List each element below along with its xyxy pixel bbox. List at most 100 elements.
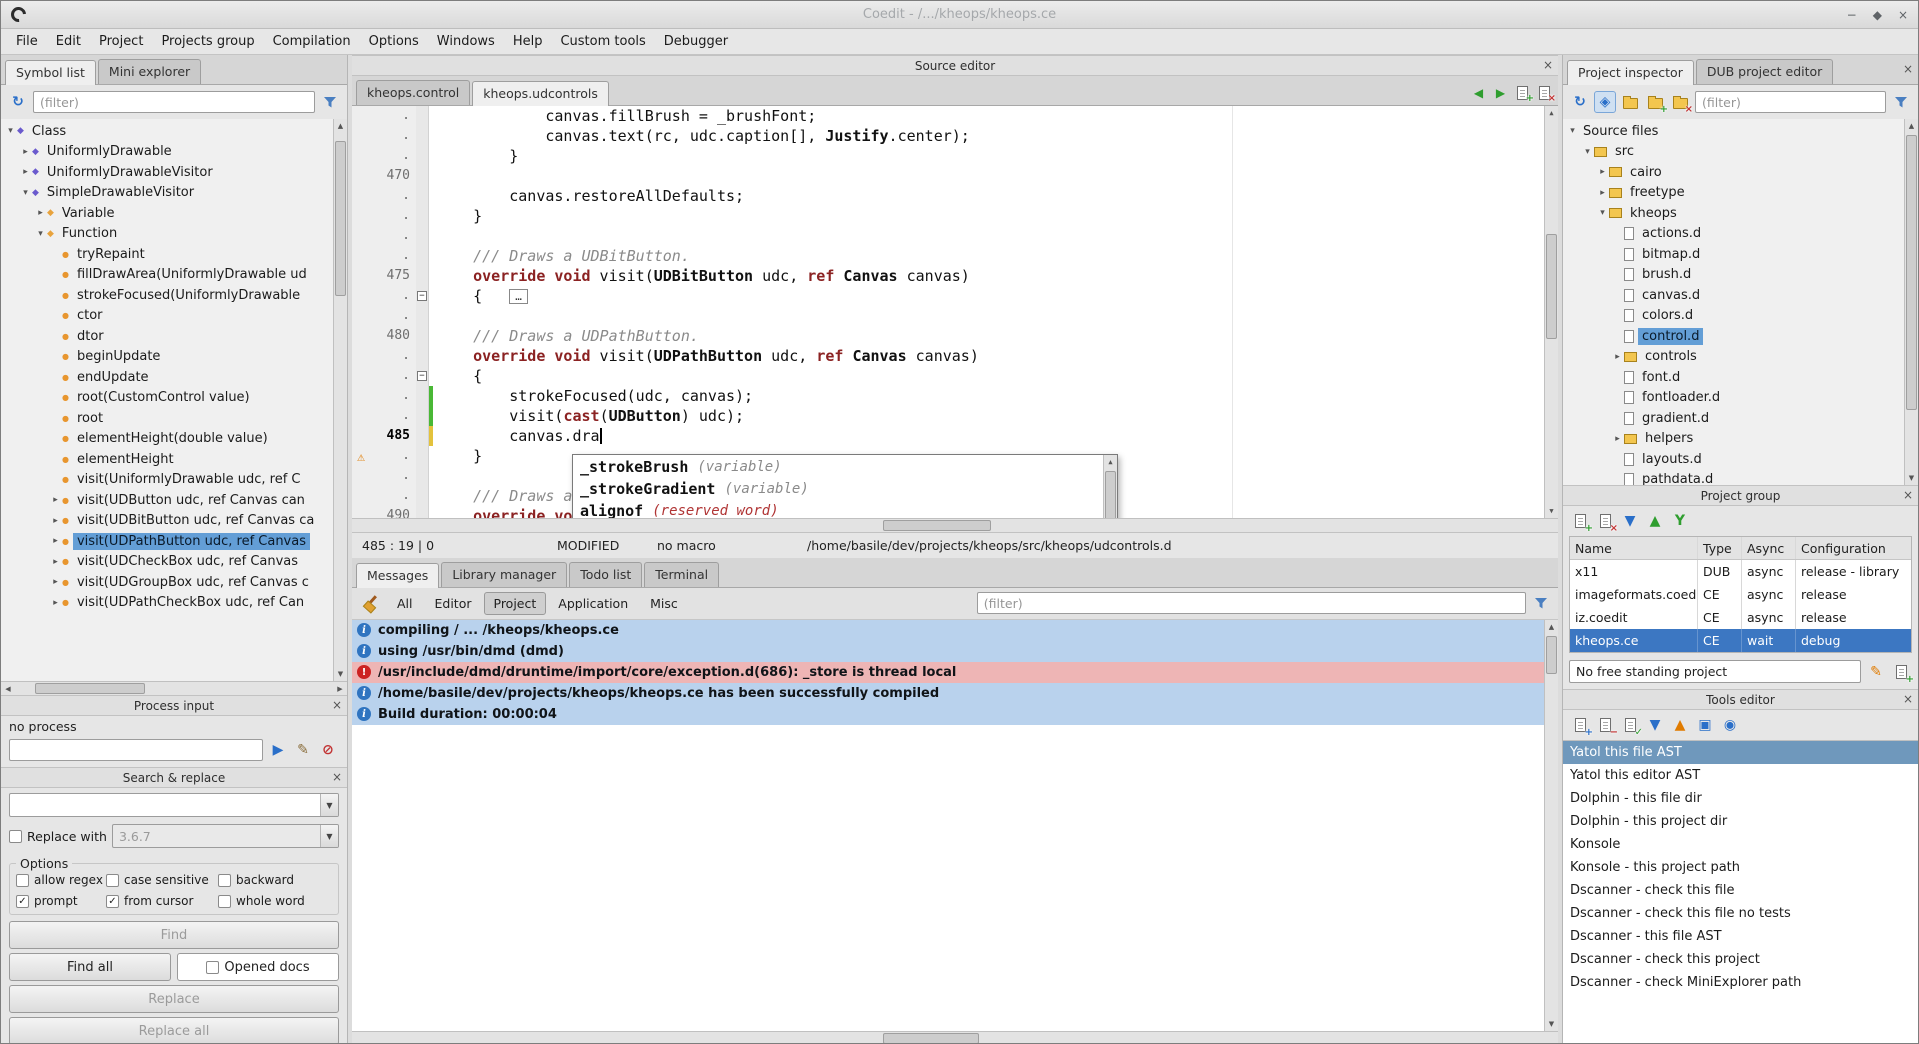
tool-item[interactable]: Yatol this editor AST (1563, 764, 1918, 787)
project-row[interactable]: kheops.ceCEwaitdebug (1570, 629, 1911, 652)
replace-with-combo[interactable] (112, 824, 339, 848)
expand-icon[interactable]: ▸ (49, 495, 62, 505)
expand-icon[interactable]: ▸ (1611, 434, 1624, 444)
message-row[interactable]: i/home/basile/dev/projects/kheops/kheops… (352, 683, 1544, 704)
tree-item[interactable]: ●ctor (1, 306, 333, 327)
menu-options[interactable]: Options (360, 31, 428, 52)
scrollbar-thumb[interactable] (1546, 636, 1557, 674)
refresh-symbols-icon[interactable]: ↻ (7, 91, 29, 113)
replace-with-input[interactable] (113, 825, 320, 847)
tree-item[interactable]: ●root (1, 408, 333, 429)
tree-item[interactable]: ●visit(UniformlyDrawable udc, ref C (1, 470, 333, 491)
tree-item[interactable]: ▾Source files (1563, 121, 1904, 142)
previous-editor-icon[interactable]: ◀ (1469, 83, 1488, 102)
minimize-button[interactable]: − (1847, 8, 1857, 22)
clear-messages-icon[interactable] (362, 595, 379, 612)
tool-item[interactable]: Dscanner - check this file (1563, 879, 1918, 902)
tab-todo-list[interactable]: Todo list (569, 562, 642, 587)
code-line[interactable]: . (352, 226, 1543, 246)
symbol-filter-funnel-icon[interactable] (319, 91, 341, 113)
editor-vscrollbar[interactable] (1544, 106, 1558, 518)
expand-icon[interactable]: ▸ (1596, 188, 1609, 198)
scroll-right-icon[interactable] (333, 682, 347, 695)
project-row[interactable]: imageformats.coeditCEasyncrelease (1570, 583, 1911, 606)
code-line[interactable]: . override void visit(UDPathButton udc, … (352, 346, 1543, 366)
code-line[interactable]: 470 (352, 166, 1543, 186)
add-tool-icon[interactable]: + (1569, 714, 1591, 736)
tree-item[interactable]: ●dtor (1, 326, 333, 347)
scroll-down-icon[interactable] (1905, 471, 1918, 485)
code-line[interactable]: . (352, 306, 1543, 326)
tool-item[interactable]: Konsole - this project path (1563, 856, 1918, 879)
replace-button[interactable]: Replace (9, 985, 339, 1013)
close-button[interactable]: × (1898, 8, 1908, 22)
kill-process-icon[interactable]: ⊘ (317, 739, 339, 761)
tree-item[interactable]: ●endUpdate (1, 367, 333, 388)
tree-item[interactable]: ●fillDrawArea(UniformlyDrawable ud (1, 265, 333, 286)
tree-item[interactable]: ●beginUpdate (1, 347, 333, 368)
tab-library-manager[interactable]: Library manager (441, 562, 567, 587)
remove-folder-icon[interactable]: × (1669, 91, 1691, 113)
tree-item[interactable]: ▸●visit(UDPathButton udc, ref Canvas (1, 531, 333, 552)
tree-item[interactable]: ▸freetype (1563, 183, 1904, 204)
scroll-down-icon[interactable] (1545, 1017, 1558, 1031)
collapse-tree-icon[interactable]: ◈ (1594, 91, 1616, 113)
column-header-type[interactable]: Type (1698, 537, 1742, 559)
tree-item[interactable]: ▸◆Variable (1, 203, 333, 224)
scroll-down-icon[interactable] (334, 667, 347, 681)
tab-mini-explorer[interactable]: Mini explorer (98, 59, 201, 84)
collapse-icon[interactable]: ▾ (34, 229, 47, 239)
message-row[interactable]: iBuild duration: 00:00:04 (352, 704, 1544, 725)
tree-item[interactable]: bitmap.d (1563, 244, 1904, 265)
filter-project[interactable]: Project (484, 592, 547, 615)
expand-icon[interactable]: ▸ (49, 536, 62, 546)
scrollbar-thumb[interactable] (883, 1033, 979, 1044)
scroll-up-icon[interactable] (1545, 106, 1558, 120)
tree-item[interactable]: colors.d (1563, 306, 1904, 327)
scroll-down-icon[interactable] (1545, 504, 1558, 518)
column-header-name[interactable]: Name (1570, 537, 1698, 559)
tree-item[interactable]: ▸cairo (1563, 162, 1904, 183)
menu-file[interactable]: File (7, 31, 47, 52)
completion-item[interactable]: _strokeBrush(variable) (574, 456, 1102, 478)
tree-item[interactable]: ●strokeFocused(UniformlyDrawable (1, 285, 333, 306)
option-backward[interactable]: backward (218, 873, 332, 887)
clone-tool-icon[interactable]: ▣ (1694, 714, 1716, 736)
move-project-up-icon[interactable]: ▲ (1644, 510, 1666, 532)
maximize-button[interactable]: ◆ (1873, 8, 1882, 22)
tree-item[interactable]: ●elementHeight(double value) (1, 429, 333, 450)
tree-item[interactable]: canvas.d (1563, 285, 1904, 306)
close-project-group-icon[interactable] (1903, 488, 1913, 502)
scrollbar-thumb[interactable] (883, 520, 992, 531)
code-line[interactable]: 480 /// Draws a UDPathButton. (352, 326, 1543, 346)
tree-item[interactable]: pathdata.d (1563, 470, 1904, 486)
menu-debugger[interactable]: Debugger (655, 31, 737, 52)
tab-messages[interactable]: Messages (356, 563, 439, 588)
remove-tool-icon[interactable]: − (1594, 714, 1616, 736)
code-line[interactable]: . visit(cast(UDButton) udc); (352, 406, 1543, 426)
project-folder-icon[interactable] (1619, 91, 1641, 113)
code-line[interactable]: . canvas.restoreAllDefaults; (352, 186, 1543, 206)
tree-item[interactable]: ▾◆Function (1, 224, 333, 245)
tree-item[interactable]: ▾◆SimpleDrawableVisitor (1, 183, 333, 204)
message-row[interactable]: iusing /usr/bin/dmd (dmd) (352, 641, 1544, 662)
code-line[interactable]: . canvas.fillBrush = _brushFont; (352, 106, 1543, 126)
completion-item[interactable]: _strokeGradient(variable) (574, 478, 1102, 500)
tree-item[interactable]: layouts.d (1563, 449, 1904, 470)
symbol-filter-input[interactable] (33, 91, 315, 113)
tree-item[interactable]: ▸controls (1563, 347, 1904, 368)
scroll-up-icon[interactable] (334, 119, 347, 133)
collapse-icon[interactable]: ▾ (1566, 126, 1579, 136)
tree-item[interactable]: ▾kheops (1563, 203, 1904, 224)
replace-dropdown-icon[interactable] (320, 825, 338, 847)
scrollbar-thumb[interactable] (1105, 471, 1116, 518)
messages-filter-input[interactable] (977, 592, 1526, 614)
menu-custom-tools[interactable]: Custom tools (551, 31, 654, 52)
menu-compilation[interactable]: Compilation (264, 31, 360, 52)
close-doc-icon[interactable]: × (1535, 83, 1554, 102)
tree-item[interactable]: ▾src (1563, 142, 1904, 163)
add-folder-icon[interactable]: + (1644, 91, 1666, 113)
move-tool-up-icon[interactable]: ▲ (1669, 714, 1691, 736)
option-whole-word[interactable]: whole word (218, 894, 332, 908)
collapse-icon[interactable]: ▾ (19, 188, 32, 198)
